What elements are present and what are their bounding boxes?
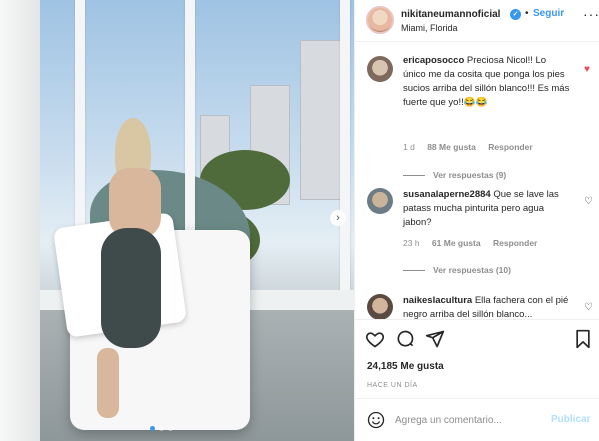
verified-badge-icon: ✓ (510, 9, 521, 20)
photo-person (95, 118, 175, 418)
emoji-icon[interactable] (367, 411, 385, 429)
comment-username[interactable]: naikeslacultura (403, 295, 472, 306)
comment-username[interactable]: susanalaperne2884 (403, 189, 491, 200)
heart-icon[interactable] (365, 329, 385, 349)
post-header: nikitaneumannoficial ✓ • Seguir Miami, F… (355, 0, 599, 42)
chevron-right-icon[interactable]: › (330, 210, 346, 226)
view-replies-button[interactable]: Ver respuestas (10) (403, 265, 511, 275)
post-media[interactable]: › (0, 0, 354, 441)
comment-like-heart-icon[interactable]: ♡ (584, 196, 593, 207)
comment-likes[interactable]: 88 Me gusta (427, 142, 476, 152)
comment-meta: 23 h 61 Me gusta Responder (403, 238, 547, 248)
comment-time[interactable]: 23 h (403, 238, 420, 248)
carousel-dot (168, 426, 173, 431)
photo-wall (0, 0, 40, 441)
comments-scrollbar[interactable] (593, 88, 597, 319)
more-horizontal-icon[interactable]: ··· (583, 6, 599, 22)
comment-text: ericaposocco Preciosa Nicol!! Lo único m… (403, 54, 571, 110)
avatar[interactable] (366, 6, 394, 34)
comment-meta: 1 d 88 Me gusta Responder (403, 142, 543, 152)
author-username[interactable]: nikitaneumannoficial (401, 9, 500, 20)
comment-like-heart-icon[interactable]: ♡ (584, 302, 593, 313)
likes-label: Me gusta (400, 361, 444, 372)
view-replies-label: Ver respuestas (9) (433, 170, 507, 180)
comment-time[interactable]: 1 d (403, 142, 415, 152)
comment-input[interactable] (395, 411, 545, 429)
avatar[interactable] (367, 188, 393, 214)
comment-text: susanalaperne2884 Que se lave las patass… (403, 188, 571, 230)
comment-icon[interactable] (395, 329, 415, 349)
reply-button[interactable]: Responder (488, 142, 532, 152)
separator: • (525, 8, 529, 19)
view-replies-label: Ver respuestas (10) (433, 265, 511, 275)
likes-number: 24,185 (367, 361, 398, 372)
comments-list: ericaposocco Preciosa Nicol!! Lo único m… (355, 42, 599, 319)
carousel-dot (150, 426, 155, 431)
comment-like-heart-icon[interactable]: ♥ (584, 64, 590, 75)
avatar[interactable] (367, 294, 393, 319)
view-replies-button[interactable]: Ver respuestas (9) (403, 170, 506, 180)
post-timestamp[interactable]: HACE UN DÍA (367, 382, 418, 389)
post-panel: nikitaneumannoficial ✓ • Seguir Miami, F… (354, 0, 599, 441)
reply-button[interactable]: Responder (493, 238, 537, 248)
publish-button[interactable]: Publicar (551, 414, 590, 425)
carousel-dot (159, 426, 164, 431)
photo-building (300, 40, 342, 200)
share-icon[interactable] (425, 329, 445, 349)
comment-text: naikeslacultura Ella fachera con el pié … (403, 294, 571, 319)
likes-count[interactable]: 24,185 Me gusta (367, 361, 444, 372)
avatar[interactable] (367, 56, 393, 82)
location-link[interactable]: Miami, Florida (401, 23, 458, 33)
comment-username[interactable]: ericaposocco (403, 55, 464, 66)
comment-likes[interactable]: 61 Me gusta (432, 238, 481, 248)
carousel-dots (150, 426, 173, 431)
comment-composer: Publicar (355, 398, 599, 441)
follow-button[interactable]: Seguir (533, 8, 564, 19)
bookmark-icon[interactable] (573, 329, 593, 349)
window-frame (340, 0, 350, 291)
